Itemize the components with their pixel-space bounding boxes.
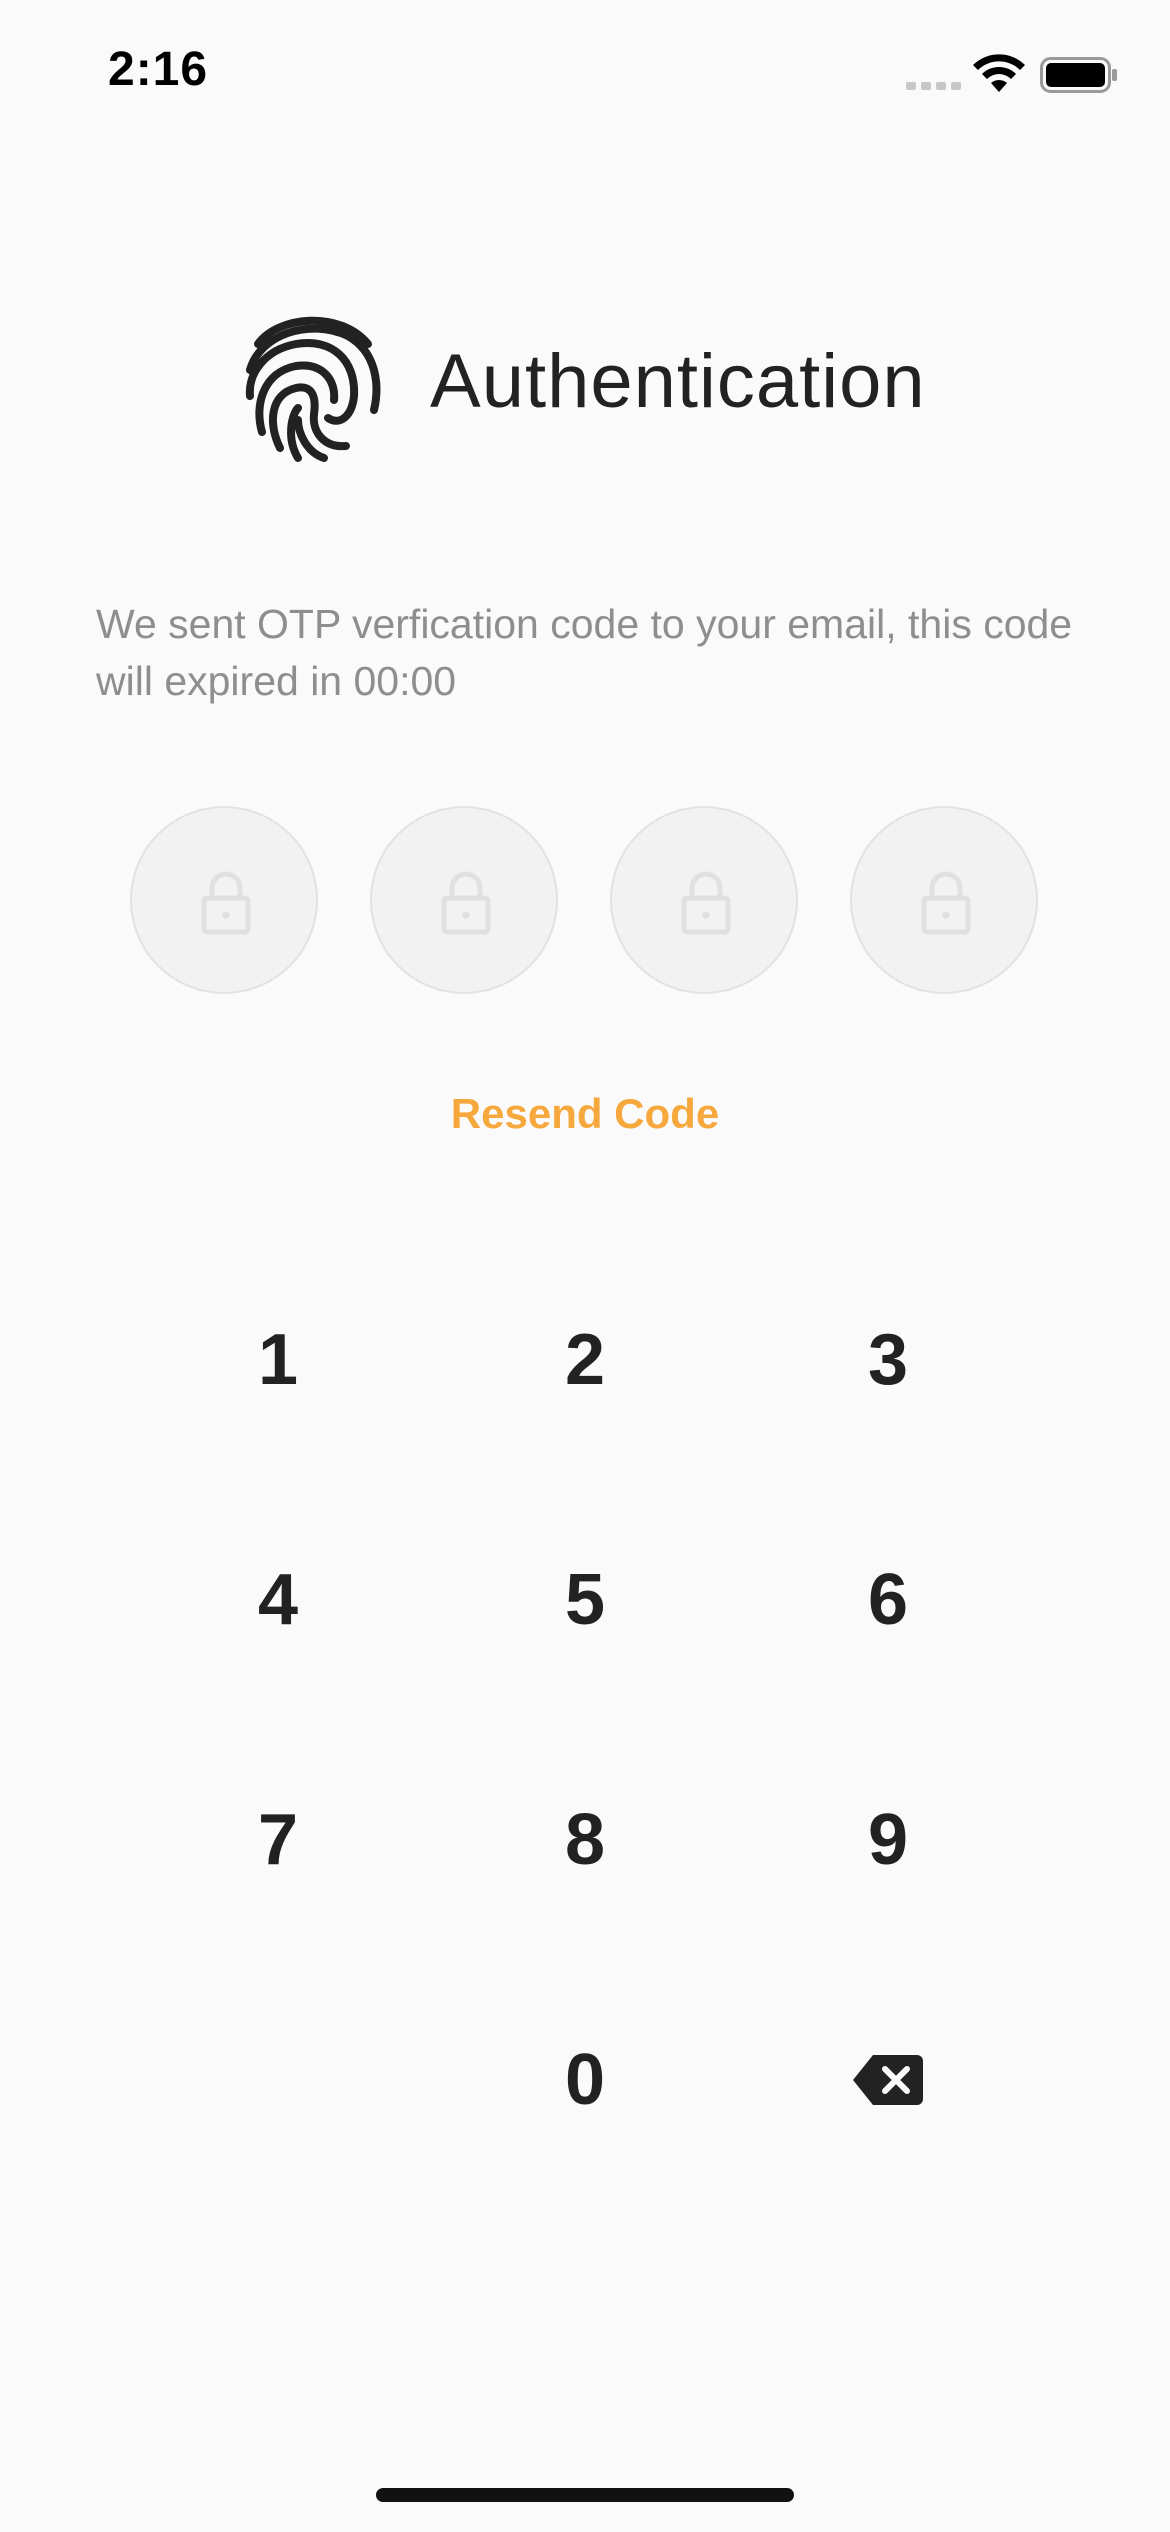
otp-slot-4[interactable]: [850, 806, 1038, 994]
key-8[interactable]: 8: [485, 1770, 685, 1910]
status-bar: 2:16: [0, 0, 1170, 150]
otp-description: We sent OTP verfication code to your ema…: [96, 601, 1073, 704]
key-7[interactable]: 7: [178, 1770, 378, 1910]
numeric-keypad: 1 2 3 4 5 6 7 8 9 0: [0, 1290, 1170, 2120]
key-2[interactable]: 2: [485, 1290, 685, 1430]
key-0[interactable]: 0: [485, 2010, 685, 2150]
page-title: Authentication: [430, 339, 926, 424]
battery-icon: [1040, 57, 1117, 93]
backspace-icon: [853, 2055, 923, 2105]
home-indicator: [376, 2488, 794, 2502]
key-5[interactable]: 5: [485, 1530, 685, 1670]
lock-icon: [681, 871, 731, 935]
otp-slot-3[interactable]: [610, 806, 798, 994]
wifi-icon: [973, 54, 1025, 92]
otp-slot-1[interactable]: [130, 806, 318, 994]
lock-icon: [441, 871, 491, 935]
fingerprint-icon: [245, 316, 381, 462]
lock-icon: [921, 871, 971, 935]
resend-code-button[interactable]: Resend Code: [0, 1090, 1170, 1138]
otp-input-group[interactable]: [0, 806, 1170, 998]
header: Authentication: [0, 290, 1170, 470]
key-4[interactable]: 4: [178, 1530, 378, 1670]
status-time: 2:16: [108, 43, 209, 96]
key-9[interactable]: 9: [788, 1770, 988, 1910]
otp-slot-2[interactable]: [370, 806, 558, 994]
cellular-signal-icon: [906, 82, 961, 90]
key-1[interactable]: 1: [178, 1290, 378, 1430]
key-6[interactable]: 6: [788, 1530, 988, 1670]
backspace-button[interactable]: [788, 2010, 988, 2150]
key-3[interactable]: 3: [788, 1290, 988, 1430]
lock-icon: [201, 871, 251, 935]
